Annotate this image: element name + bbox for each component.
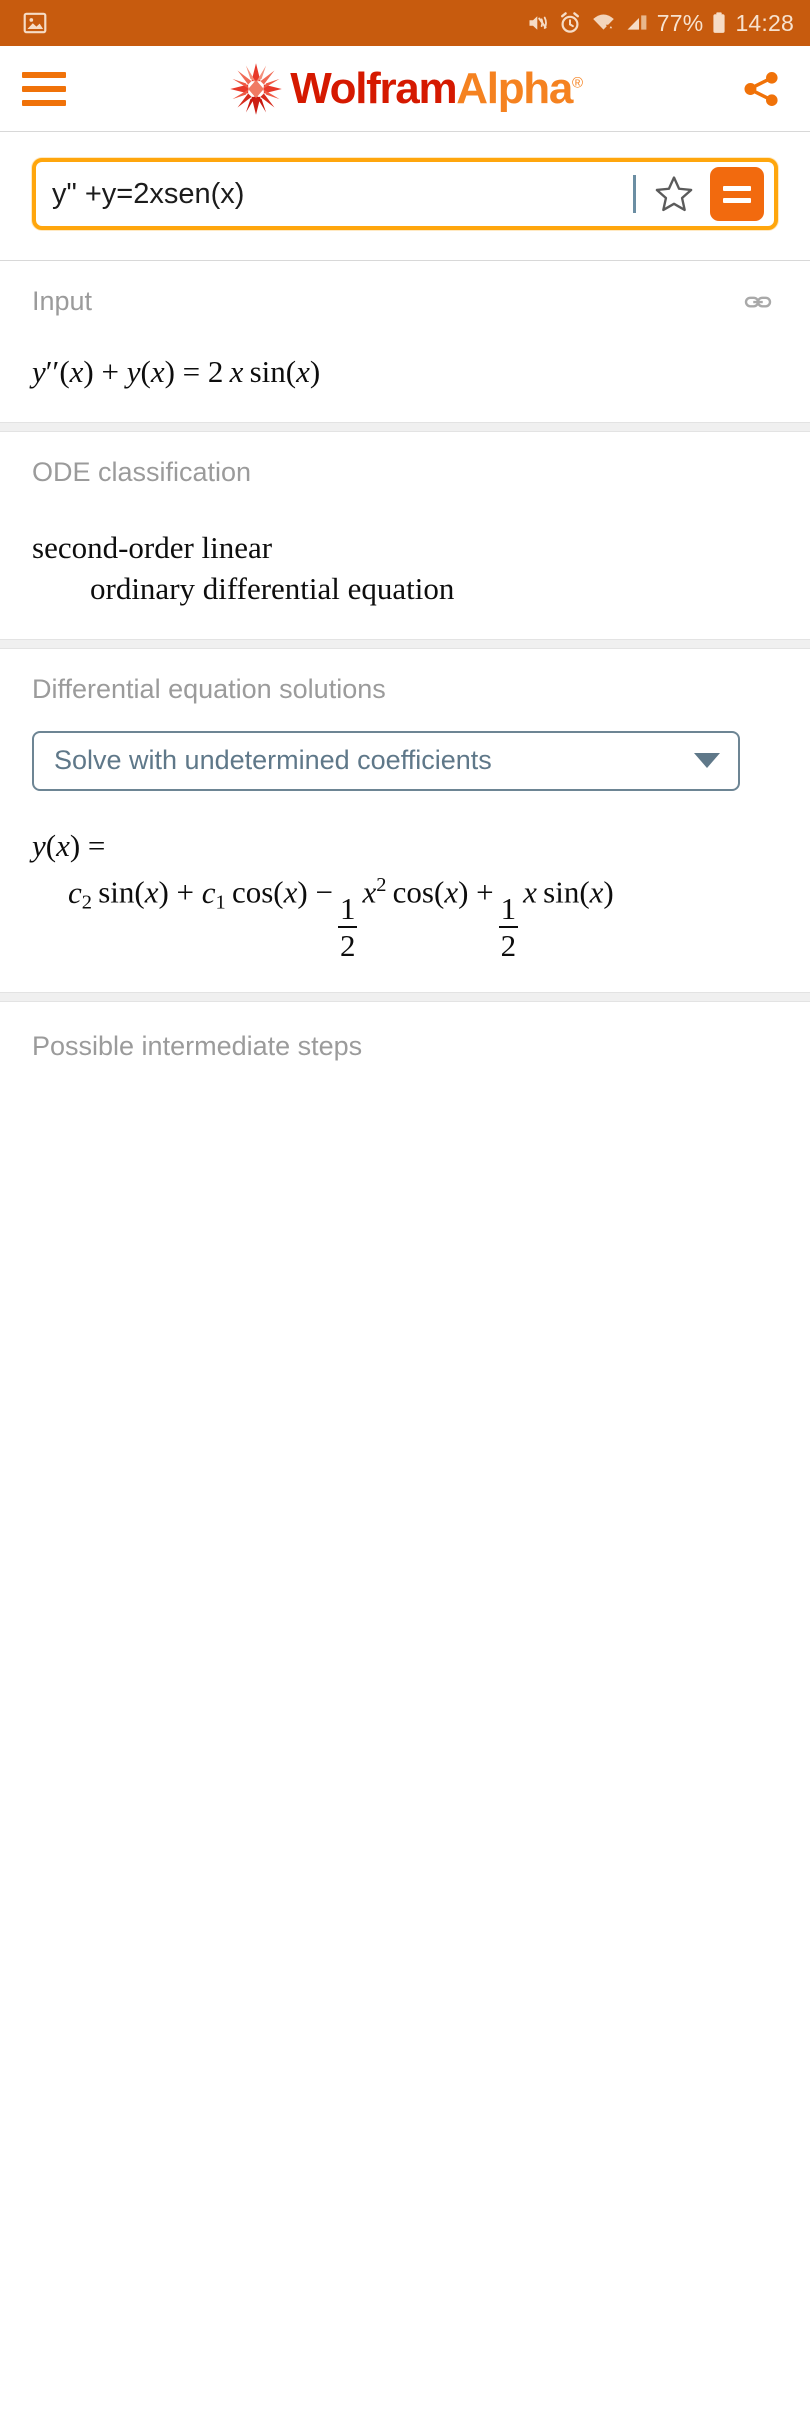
equals-submit-button[interactable] [710,167,764,221]
coefficient-c2: c2 [68,874,92,914]
fraction-one-half-a: 12 [337,890,358,964]
pod-solutions-header: Differential equation solutions [32,673,778,705]
pod-ode-classification: ODE classification second-order linear o… [0,430,810,640]
mute-vibrate-icon [529,16,547,30]
search-bar-container [0,132,810,261]
fraction-one-half-b: 12 [498,890,519,964]
hamburger-menu-icon[interactable] [22,71,66,106]
cellular-signal-icon [627,15,647,30]
pod-differential-equation-solutions: Differential equation solutions Solve wi… [0,647,810,993]
solution-method-dropdown[interactable]: Solve with undetermined coefficients [32,730,740,791]
wifi-icon [592,14,614,30]
solution-method-value: Solve with undetermined coefficients [54,745,492,776]
pod-intermediate-steps: Possible intermediate steps [0,1000,810,1086]
clock-label: 14:28 [735,9,794,36]
pod-solutions-title: Differential equation solutions [32,673,386,704]
empty-content-area [0,1085,810,2286]
pod-input-header: Input [32,286,778,317]
search-box[interactable] [32,158,778,230]
search-input[interactable] [52,177,637,211]
text-caret [633,175,636,213]
results-pods: Input y′′(x) + y(x) = 2 x sin(x) ODE cla… [0,261,810,2286]
ode-class-line-2: ordinary differential equation [90,571,455,607]
pod-input-title: Input [32,286,93,316]
registered-mark: ® [572,73,583,91]
solution-rhs: c2 sin(x) + c1 cos(x) −1 2 x2 cos(x) +1 2 x … [68,874,614,964]
solution-lhs: y(x) = [32,827,106,863]
share-icon[interactable] [738,65,786,113]
app-screen: 77% 14:28 WolframAlpha® y" +y=2xsen(x) I… [0,0,810,2427]
pod-ode-title: ODE classification [32,456,252,487]
chevron-down-icon [694,753,720,769]
pod-ode-header: ODE classification [32,456,778,488]
brand-alpha-text: Alpha [456,63,573,113]
alarm-icon [560,12,579,33]
pod-input: Input y′′(x) + y(x) = 2 x sin(x) [0,261,810,423]
status-bar-left [22,10,48,36]
star-outline-icon[interactable] [646,166,702,222]
brand-wordmark: WolframAlpha® [290,63,583,113]
image-icon [23,12,47,34]
coefficient-c1: c1 [201,874,226,914]
wolfram-spikey-logo-icon [230,62,282,115]
brand-logo: WolframAlpha® [0,61,810,117]
battery-percent-label: 77% [656,9,704,36]
status-bar: 77% 14:28 [0,0,810,46]
input-formula: y′′(x) + y(x) = 2 x sin(x) [32,354,321,389]
pod-intermediate-steps-title: Possible intermediate steps [32,1030,363,1061]
ode-class-line-1: second-order linear [32,530,273,566]
brand-wolfram-text: Wolfram [290,63,457,113]
app-header: WolframAlpha® [0,46,810,132]
link-icon[interactable] [738,287,778,317]
status-bar-right: 77% 14:28 [526,10,794,37]
battery-icon [713,12,726,33]
